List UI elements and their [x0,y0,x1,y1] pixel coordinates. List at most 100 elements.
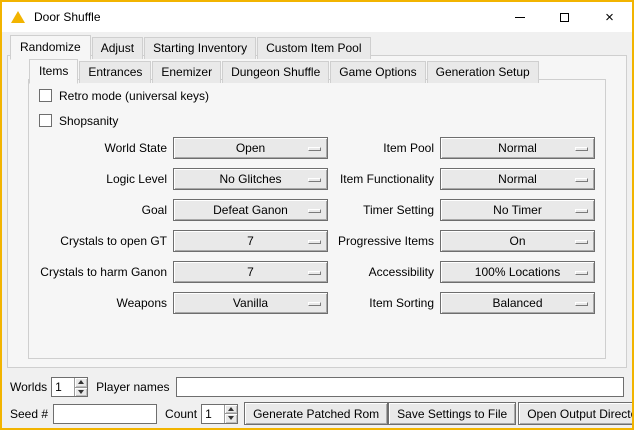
logic-level-label: Logic Level [33,168,173,190]
dropdown-indicator-icon [308,178,321,182]
retro-mode-checkbox[interactable] [39,89,52,102]
app-window: Door Shuffle × Randomize Adjust Starting… [0,0,634,430]
save-settings-button[interactable]: Save Settings to File [388,402,516,425]
spin-down-button[interactable] [225,413,237,423]
tab-starting-inventory[interactable]: Starting Inventory [144,37,256,59]
worlds-label: Worlds [10,380,47,394]
shopsanity-checkbox[interactable] [39,114,52,127]
item-sorting-value: Balanced [492,296,542,310]
window-controls: × [497,2,632,32]
progressive-items-dropdown[interactable]: On [440,230,595,252]
minimize-icon [515,17,525,18]
accessibility-dropdown[interactable]: 100% Locations [440,261,595,283]
main-tab-bar: Randomize Adjust Starting Inventory Cust… [10,35,372,59]
world-state-dropdown[interactable]: Open [173,137,328,159]
spin-down-button[interactable] [75,387,87,397]
worlds-spin-buttons [74,378,87,396]
tab-adjust[interactable]: Adjust [92,37,143,59]
worlds-row: Worlds Player names [10,376,624,398]
crystals-ganon-dropdown[interactable]: 7 [173,261,328,283]
item-functionality-label: Item Functionality [328,168,440,190]
dropdown-indicator-icon [308,240,321,244]
timer-setting-dropdown[interactable]: No Timer [440,199,595,221]
triangle-down-icon [228,416,234,420]
player-names-input[interactable] [176,377,625,397]
item-pool-dropdown[interactable]: Normal [440,137,595,159]
triangle-up-icon [228,407,234,411]
dropdown-indicator-icon [308,147,321,151]
weapons-label: Weapons [33,292,173,314]
retro-mode-checkbox-row[interactable]: Retro mode (universal keys) [39,87,605,104]
shopsanity-checkbox-row[interactable]: Shopsanity [39,112,605,129]
item-functionality-value: Normal [498,172,537,186]
crystals-gt-label: Crystals to open GT [33,230,173,252]
dropdown-indicator-icon [575,271,588,275]
triangle-up-icon [78,380,84,384]
items-pane: Retro mode (universal keys) Shopsanity W… [28,79,606,359]
accessibility-label: Accessibility [328,261,440,283]
triangle-down-icon [78,390,84,394]
count-spin-buttons [224,405,237,423]
world-state-value: Open [236,141,265,155]
seed-row: Seed # Count Generate Patched Rom Save S… [10,402,624,425]
tab-enemizer[interactable]: Enemizer [152,61,221,83]
accessibility-value: 100% Locations [475,265,560,279]
shopsanity-label: Shopsanity [59,114,118,128]
spin-up-button[interactable] [75,378,87,387]
tab-dungeon-shuffle[interactable]: Dungeon Shuffle [222,61,329,83]
crystals-ganon-label: Crystals to harm Ganon [33,261,173,283]
dropdown-indicator-icon [575,240,588,244]
dropdown-indicator-icon [308,302,321,306]
tab-custom-item-pool[interactable]: Custom Item Pool [257,37,370,59]
worlds-spinner[interactable] [51,377,88,397]
tab-items[interactable]: Items [29,59,78,84]
tab-generation-setup[interactable]: Generation Setup [427,61,539,83]
count-spinner[interactable] [201,404,238,424]
dropdown-indicator-icon [575,209,588,213]
dropdown-indicator-icon [575,302,588,306]
item-functionality-dropdown[interactable]: Normal [440,168,595,190]
tab-entrances[interactable]: Entrances [79,61,151,83]
tab-randomize[interactable]: Randomize [10,35,91,60]
goal-dropdown[interactable]: Defeat Ganon [173,199,328,221]
item-pool-value: Normal [498,141,537,155]
crystals-gt-dropdown[interactable]: 7 [173,230,328,252]
sub-tab-bar: Items Entrances Enemizer Dungeon Shuffle… [29,59,540,83]
count-label: Count [165,407,197,421]
item-pool-label: Item Pool [328,137,440,159]
dropdown-indicator-icon [575,178,588,182]
app-icon [11,11,25,23]
close-button[interactable]: × [587,2,632,32]
dropdown-indicator-icon [575,147,588,151]
goal-label: Goal [33,199,173,221]
weapons-value: Vanilla [233,296,268,310]
window-title: Door Shuffle [34,10,497,24]
count-input[interactable] [202,405,224,423]
retro-mode-label: Retro mode (universal keys) [59,89,209,103]
minimize-button[interactable] [497,2,542,32]
worlds-input[interactable] [52,378,74,396]
open-output-directory-button[interactable]: Open Output Directory [518,402,634,425]
titlebar[interactable]: Door Shuffle × [2,2,632,32]
item-sorting-label: Item Sorting [328,292,440,314]
tab-game-options[interactable]: Game Options [330,61,425,83]
maximize-button[interactable] [542,2,587,32]
spin-up-button[interactable] [225,405,237,414]
timer-setting-label: Timer Setting [328,199,440,221]
generate-patched-rom-button[interactable]: Generate Patched Rom [244,402,388,425]
logic-level-dropdown[interactable]: No Glitches [173,168,328,190]
crystals-gt-value: 7 [247,234,254,248]
close-icon: × [605,10,614,25]
progressive-items-label: Progressive Items [328,230,440,252]
weapons-dropdown[interactable]: Vanilla [173,292,328,314]
output-buttons-group: Save Settings to File Open Output Direct… [388,402,634,425]
seed-input[interactable] [53,404,157,424]
player-names-label: Player names [96,380,169,394]
item-sorting-dropdown[interactable]: Balanced [440,292,595,314]
options-grid: World State Open Item Pool Normal Logic … [33,137,605,314]
crystals-ganon-value: 7 [247,265,254,279]
dropdown-indicator-icon [308,271,321,275]
randomize-pane: Items Entrances Enemizer Dungeon Shuffle… [7,55,627,368]
progressive-items-value: On [509,234,525,248]
world-state-label: World State [33,137,173,159]
